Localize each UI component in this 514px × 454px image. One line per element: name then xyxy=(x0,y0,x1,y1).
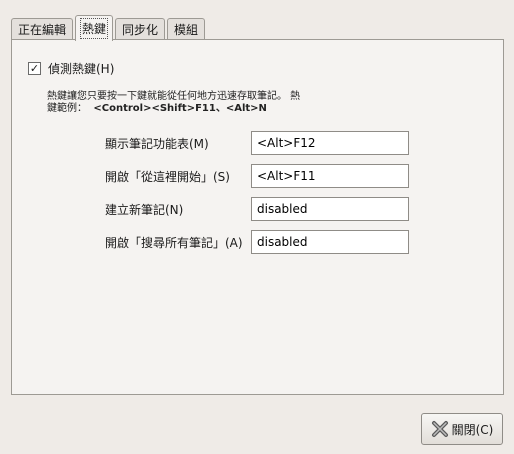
tab-label: 模組 xyxy=(174,23,199,37)
description-prefix: 鍵範例： xyxy=(47,103,87,114)
hotkeys-description: 熱鍵讓您只要按一下鍵就能從任何地方迅速存取筆記。 熱 鍵範例： <Control… xyxy=(47,91,487,115)
show-menu-hotkey-input[interactable] xyxy=(251,131,409,155)
close-button-label: 關閉(C) xyxy=(451,422,494,437)
search-notes-hotkey-input[interactable] xyxy=(251,230,409,254)
start-here-hotkey-input[interactable] xyxy=(251,164,409,188)
close-button[interactable]: 關閉(C) xyxy=(421,413,503,445)
start-here-label: 開啟「從這裡開始」(S) xyxy=(105,169,230,184)
hotkey-row-show-menu: 顯示筆記功能表(M) xyxy=(105,131,409,155)
enable-hotkeys-row[interactable]: ✓ 偵測熱鍵(H) xyxy=(28,60,114,77)
tab-hotkeys[interactable]: 熱鍵 xyxy=(75,15,114,41)
tab-editing[interactable]: 正在編輯 xyxy=(11,18,74,40)
show-menu-label: 顯示筆記功能表(M) xyxy=(105,136,209,151)
description-line: 熱鍵讓您只要按一下鍵就能從任何地方迅速存取筆記。 熱 xyxy=(47,91,301,102)
enable-hotkeys-checkbox[interactable]: ✓ xyxy=(28,62,41,75)
hotkey-row-new-note: 建立新筆記(N) xyxy=(105,197,409,221)
tab-bar: 正在編輯 熱鍵 同步化 模組 xyxy=(11,14,207,41)
tab-label: 同步化 xyxy=(122,23,159,37)
new-note-hotkey-input[interactable] xyxy=(251,197,409,221)
hotkey-row-start-here: 開啟「從這裡開始」(S) xyxy=(105,164,409,188)
hotkeys-panel: ✓ 偵測熱鍵(H) 熱鍵讓您只要按一下鍵就能從任何地方迅速存取筆記。 熱 鍵範例… xyxy=(11,39,504,395)
tab-label: 熱鍵 xyxy=(80,18,109,39)
new-note-label: 建立新筆記(N) xyxy=(105,202,184,217)
tab-sync[interactable]: 同步化 xyxy=(115,18,166,40)
tab-modules[interactable]: 模組 xyxy=(167,18,206,40)
search-notes-label: 開啟「搜尋所有筆記」(A) xyxy=(105,235,243,250)
close-icon xyxy=(431,421,448,437)
description-examples: <Control><Shift>F11、<Alt>N xyxy=(93,103,267,114)
hotkey-row-search-notes: 開啟「搜尋所有筆記」(A) xyxy=(105,230,409,254)
description-examples-line: 鍵範例： <Control><Shift>F11、<Alt>N xyxy=(47,103,487,115)
tab-label: 正在編輯 xyxy=(18,23,67,37)
enable-hotkeys-label[interactable]: 偵測熱鍵(H) xyxy=(48,60,114,77)
